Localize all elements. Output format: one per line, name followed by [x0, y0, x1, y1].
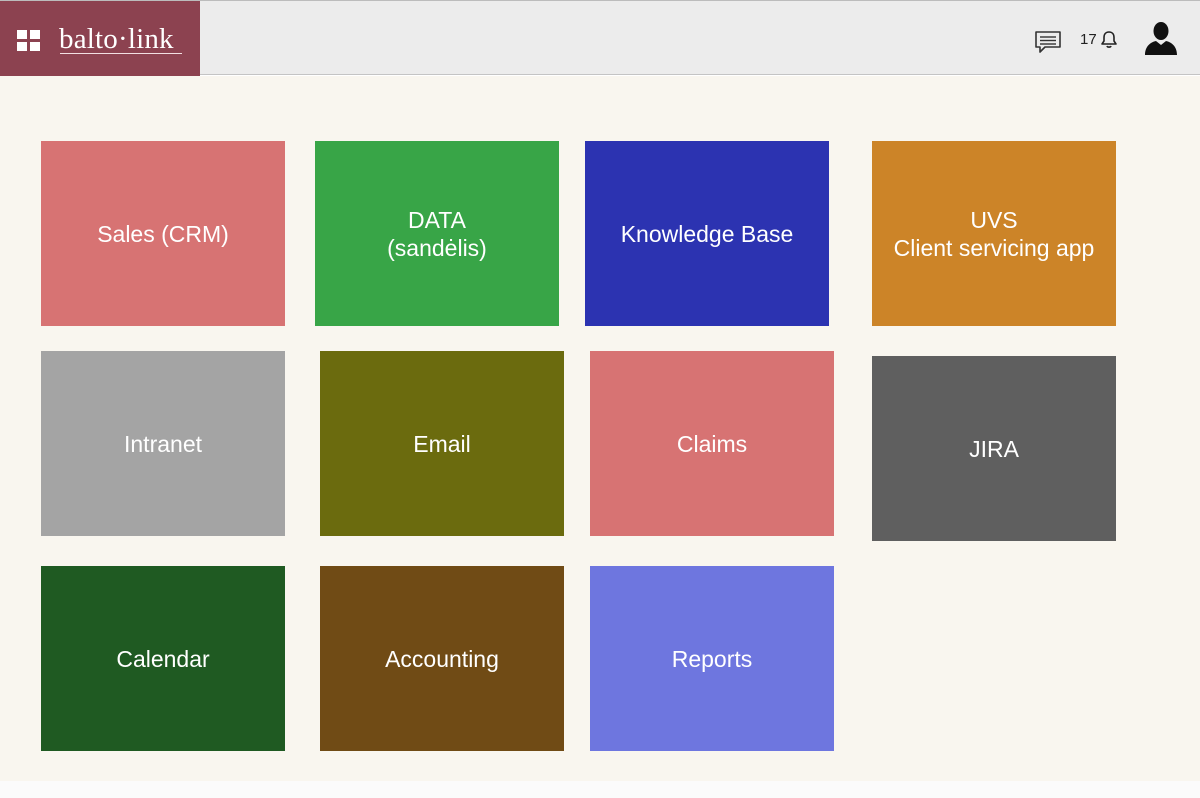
tile-claims[interactable]: Claims	[590, 351, 834, 536]
tile-label: Intranet	[124, 430, 202, 457]
tile-calendar[interactable]: Calendar	[41, 566, 285, 751]
tile-label: JIRA	[969, 435, 1019, 462]
tile-intranet[interactable]: Intranet	[41, 351, 285, 536]
tile-label: Sales (CRM)	[97, 220, 229, 247]
brand-block: balto·link	[0, 1, 200, 76]
tile-label: Accounting	[385, 645, 499, 672]
top-bar: balto·link 17	[0, 0, 1200, 76]
tile-reports[interactable]: Reports	[590, 566, 834, 751]
app-launcher-area: Sales (CRM) DATA (sandėlis) Knowledge Ba…	[0, 76, 1200, 781]
tile-email[interactable]: Email	[320, 351, 564, 536]
tile-jira[interactable]: JIRA	[872, 356, 1116, 541]
logo[interactable]: balto·link	[59, 21, 174, 57]
grid-icon[interactable]	[17, 30, 41, 52]
tile-label: Knowledge Base	[620, 220, 794, 247]
tile-label: UVS Client servicing app	[893, 206, 1095, 261]
tile-label: Email	[413, 430, 471, 457]
notification-count[interactable]: 17	[1080, 31, 1097, 49]
user-avatar-icon[interactable]	[1143, 20, 1179, 56]
chat-icon[interactable]	[1034, 30, 1062, 54]
tile-data[interactable]: DATA (sandėlis)	[315, 141, 559, 326]
tile-label: Reports	[671, 645, 753, 672]
tile-knowledge-base[interactable]: Knowledge Base	[585, 141, 829, 326]
tile-label: Calendar	[116, 645, 210, 672]
footer-strip	[0, 781, 1200, 798]
tile-sales-crm[interactable]: Sales (CRM)	[41, 141, 285, 326]
tile-accounting[interactable]: Accounting	[320, 566, 564, 751]
tile-label: DATA (sandėlis)	[387, 206, 487, 261]
tile-label: Claims	[676, 430, 748, 457]
bell-icon[interactable]	[1100, 30, 1118, 49]
logo-underline	[60, 53, 182, 54]
tile-uvs[interactable]: UVS Client servicing app	[872, 141, 1116, 326]
